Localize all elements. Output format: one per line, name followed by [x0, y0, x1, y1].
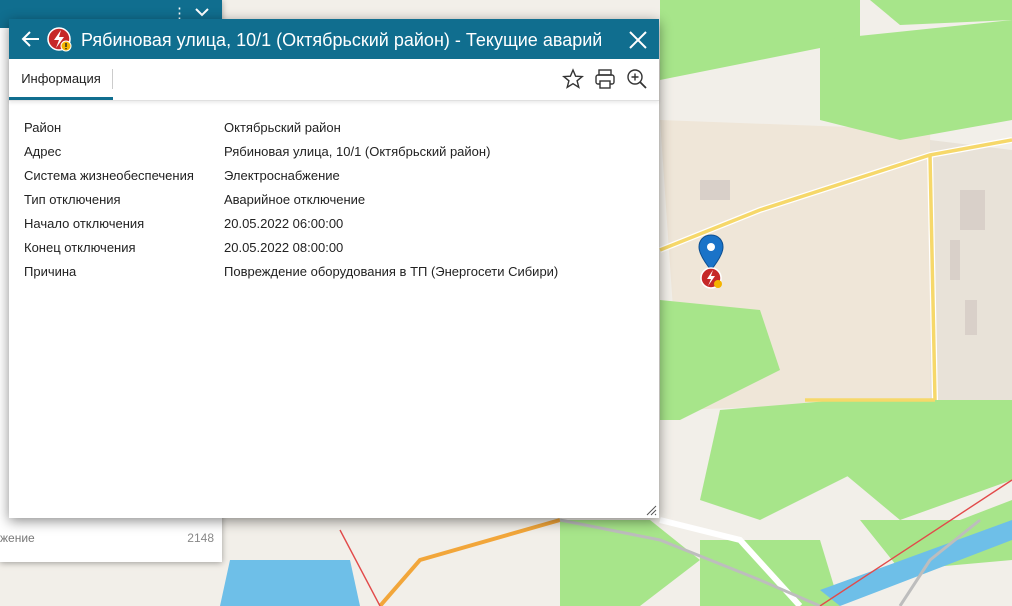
info-label: Тип отключения: [24, 192, 121, 207]
printer-icon[interactable]: [594, 68, 616, 90]
info-row-end: Конец отключения 20.05.2022 08:00:00: [24, 239, 644, 263]
tab-information[interactable]: Информация: [9, 59, 113, 100]
info-row-start: Начало отключения 20.05.2022 06:00:00: [24, 215, 644, 239]
power-outage-icon: [47, 27, 72, 52]
info-row-system: Система жизнеобеспечения Электроснабжени…: [24, 167, 644, 191]
chevron-down-icon[interactable]: [194, 6, 210, 18]
list-item[interactable]: жение 2148: [0, 529, 222, 547]
info-value: 20.05.2022 06:00:00: [224, 216, 344, 231]
resize-handle-icon[interactable]: [645, 504, 657, 516]
info-row-reason: Причина Повреждение оборудования в ТП (Э…: [24, 263, 644, 287]
info-label: Начало отключения: [24, 216, 145, 231]
list-item-count: 2148: [187, 531, 214, 545]
info-value: Электроснабжение: [224, 168, 340, 183]
close-icon[interactable]: [627, 29, 649, 51]
dialog-header: Рябиновая улица, 10/1 (Октябрьский район…: [9, 19, 659, 59]
tab-divider: [112, 69, 113, 89]
info-label: Система жизнеобеспечения: [24, 168, 194, 183]
info-label: Адрес: [24, 144, 62, 159]
info-value: Повреждение оборудования в ТП (Энергосет…: [224, 264, 559, 279]
arrow-left-icon[interactable]: [19, 27, 43, 51]
info-label: Район: [24, 120, 62, 135]
dialog-title: Рябиновая улица, 10/1 (Октябрьский район…: [81, 30, 601, 50]
map-marker-icon[interactable]: [697, 234, 727, 290]
info-value: 20.05.2022 08:00:00: [224, 240, 344, 255]
info-row-address: Адрес Рябиновая улица, 10/1 (Октябрьский…: [24, 143, 644, 167]
info-value: Рябиновая улица, 10/1 (Октябрьский район…: [224, 144, 491, 159]
info-row-outage-type: Тип отключения Аварийное отключение: [24, 191, 644, 215]
info-dialog: Рябиновая улица, 10/1 (Октябрьский район…: [9, 19, 659, 518]
star-icon[interactable]: [562, 68, 584, 90]
info-table: Район Октябрьский район Адрес Рябиновая …: [24, 119, 644, 287]
info-value: Аварийное отключение: [224, 192, 366, 207]
info-value: Октябрьский район: [224, 120, 341, 135]
info-row-district: Район Октябрьский район: [24, 119, 644, 143]
tab-bar: Информация: [9, 59, 659, 101]
info-label: Причина: [24, 264, 77, 279]
zoom-in-icon[interactable]: [626, 68, 648, 90]
list-item-label: жение: [0, 531, 35, 545]
info-label: Конец отключения: [24, 240, 136, 255]
